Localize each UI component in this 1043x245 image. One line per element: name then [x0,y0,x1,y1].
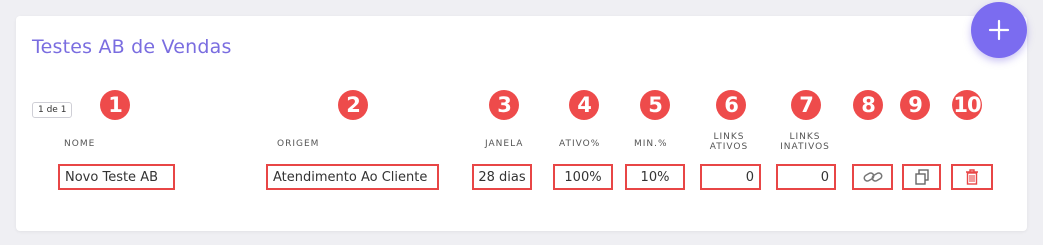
card-title: Testes AB de Vendas [32,36,232,58]
cell-min: 10% [625,164,685,190]
cell-links-inativos: 0 [776,164,836,190]
marker-2: 2 [338,90,368,120]
pagination-badge: 1 de 1 [32,102,73,118]
delete-button[interactable] [951,164,993,190]
duplicate-button[interactable] [902,164,941,190]
marker-6: 6 [716,90,746,120]
cell-links-ativos: 0 [700,164,761,190]
column-header-links-inativos: LINKS INATIVOS [771,132,839,152]
marker-5: 5 [640,90,670,120]
column-header-links-ativos-line1: LINKS [713,132,745,142]
cell-janela: 28 dias [472,164,532,190]
plus-icon [988,19,1010,41]
marker-1: 1 [100,90,130,120]
column-header-links-inativos-line2: INATIVOS [780,142,830,152]
link-icon [863,172,882,182]
marker-4: 4 [569,90,599,120]
marker-8: 8 [853,90,883,120]
column-header-links-ativos-line2: ATIVOS [709,142,749,152]
marker-10: 10 [952,90,982,120]
column-header-nome: NOME [64,139,96,149]
column-header-min: MIN.% [634,139,668,149]
copy-link-button[interactable] [852,164,893,190]
column-header-origem: ORIGEM [277,139,320,149]
marker-9: 9 [900,90,930,120]
cell-ativo: 100% [553,164,613,190]
cell-nome[interactable]: Novo Teste AB [58,164,175,190]
marker-3: 3 [489,90,519,120]
column-header-ativo: ATIVO% [559,139,601,149]
trash-icon [966,169,978,185]
column-header-janela: JANELA [485,139,524,149]
add-test-button[interactable] [971,2,1027,58]
marker-7: 7 [791,90,821,120]
copy-icon [914,169,929,185]
column-header-links-inativos-line1: LINKS [789,132,821,142]
ab-tests-card: Testes AB de Vendas 1 de 1 1 2 3 4 5 6 7… [16,2,1027,231]
column-header-links-ativos: LINKS ATIVOS [699,132,759,152]
cell-origem: Atendimento Ao Cliente [266,164,439,190]
